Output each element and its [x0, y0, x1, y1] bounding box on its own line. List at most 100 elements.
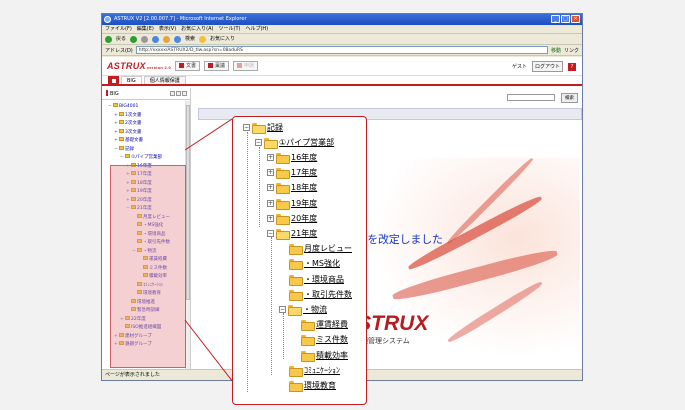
folder-icon — [289, 365, 303, 377]
folder-icon — [119, 128, 124, 133]
folder-icon — [276, 198, 290, 210]
zoomed-tree-item-label: 運賃経費 — [316, 320, 348, 330]
zoomed-tree-item-label: 20年度 — [291, 213, 318, 223]
open-folder-icon — [252, 122, 266, 134]
expand-toggle-icon[interactable]: − — [243, 123, 250, 131]
refresh-icon[interactable] — [152, 35, 160, 43]
tree-item[interactable]: +2次文書 — [104, 120, 187, 129]
back-button[interactable]: 戻る — [116, 34, 126, 45]
tab-approval[interactable]: 稟議 — [204, 61, 230, 71]
zoomed-tree-item[interactable]: − ①パイプ営業部 — [255, 135, 334, 149]
search-icon[interactable] — [174, 35, 182, 43]
expand-toggle-icon[interactable]: + — [267, 153, 274, 161]
zoomed-tree-item[interactable]: − 21年度 — [267, 226, 317, 240]
zoomed-tree-item[interactable]: 積載効率 — [301, 348, 348, 362]
main-search-button[interactable]: 検索 — [561, 93, 578, 103]
menu-help[interactable]: ヘルプ(H) — [245, 25, 268, 33]
folder-icon — [119, 120, 124, 124]
go-button[interactable]: 移動 — [551, 47, 561, 54]
menu-tools[interactable]: ツール(T) — [219, 25, 241, 33]
expand-toggle-icon[interactable]: + — [267, 184, 274, 192]
tree-connector-line — [259, 147, 260, 227]
zoomed-tree-item-label: 環境教育 — [304, 380, 336, 390]
expand-all-button[interactable] — [170, 91, 175, 96]
zoomed-tree-item[interactable]: +18年度 — [267, 181, 317, 195]
forward-icon[interactable] — [130, 35, 138, 43]
zoomed-tree-item[interactable]: ｺﾐｭﾆｹｰｼｮﾝ — [289, 363, 340, 377]
expand-toggle-icon[interactable]: + — [267, 199, 274, 207]
expand-toggle-icon[interactable]: − — [279, 305, 286, 313]
folder-icon — [119, 111, 124, 116]
folder-icon — [289, 380, 303, 392]
favorites-icon[interactable] — [199, 35, 207, 43]
tree-connector-line — [283, 313, 284, 359]
zoomed-tree-item[interactable]: +16年度 — [267, 150, 317, 164]
open-folder-icon — [288, 304, 302, 316]
zoomed-tree-item[interactable]: − 記録 — [243, 120, 283, 134]
logout-button[interactable]: ログアウト — [531, 61, 563, 72]
tree-item[interactable]: − 記録 — [104, 145, 187, 155]
home-tab[interactable] — [108, 76, 119, 84]
tree-item[interactable]: + 基礎文書 — [104, 137, 187, 146]
zoomed-tree-item[interactable]: +17年度 — [267, 166, 317, 180]
menu-file[interactable]: ファイル(F) — [105, 25, 132, 33]
search-input[interactable] — [507, 94, 555, 101]
zoomed-tree-item[interactable]: ・MS強化 — [289, 257, 340, 271]
stop-icon[interactable] — [141, 35, 149, 43]
folder-icon — [301, 350, 315, 362]
tree-item-label: 3次文書 — [125, 129, 142, 135]
zoom-callout: − 記録 − ①パイプ営業部 +16年度 +17年度 +18年度 +19年度 +20年度 −21年… — [232, 116, 367, 405]
tree-item-label: 1次文書 — [125, 112, 142, 118]
maximize-button[interactable]: □ — [561, 15, 570, 23]
tab-documents[interactable]: 文書 — [175, 61, 201, 71]
address-input[interactable]: http://xxxxx/ASTRUX2/D_tlw.asp?sn=08aduR… — [135, 46, 548, 54]
folder-icon — [301, 320, 315, 332]
tree-item[interactable]: − BIG4001 — [104, 103, 187, 112]
folder-icon — [119, 145, 124, 150]
folder-icon — [119, 137, 124, 141]
expand-toggle-icon[interactable]: − — [267, 229, 274, 237]
help-button[interactable]: ? — [568, 62, 576, 71]
favorites-button[interactable]: お気に入り — [210, 34, 235, 45]
splash-stroke — [446, 279, 544, 345]
menu-view[interactable]: 表示(V) — [159, 25, 176, 33]
folder-icon — [289, 274, 303, 286]
tree-connector-line — [271, 237, 272, 375]
expand-toggle-icon[interactable]: + — [267, 169, 274, 177]
expand-toggle-icon[interactable]: − — [255, 138, 262, 146]
zoomed-tree-item-label: ・MS強化 — [304, 259, 340, 269]
tab-big[interactable]: BIG — [121, 76, 142, 84]
search-button[interactable]: 検索 — [185, 34, 195, 45]
zoomed-tree-item[interactable]: 月度レビュー — [289, 242, 352, 256]
zoomed-tree-item[interactable]: ・取引先件数 — [289, 287, 352, 301]
refresh-tree-button[interactable] — [182, 91, 187, 96]
tree-item[interactable]: +3次文書 — [104, 128, 187, 138]
menu-favorites[interactable]: お気に入り(A) — [181, 25, 213, 33]
home-icon[interactable] — [163, 35, 171, 43]
header-right: ゲスト ログアウト ? — [512, 61, 576, 72]
zoomed-tree-item[interactable]: ミス件数 — [301, 333, 348, 347]
tab-application: 申請 — [233, 61, 259, 71]
left-pane-title: BIG — [102, 88, 190, 100]
tree-item[interactable]: − ①パイプ営業部 — [104, 154, 187, 163]
minimize-button[interactable]: _ — [551, 15, 560, 23]
approval-icon — [208, 62, 214, 68]
links-label[interactable]: リンク — [564, 47, 579, 54]
tree-connector-line — [247, 132, 248, 392]
close-button[interactable]: × — [571, 15, 580, 23]
tab-privacy[interactable]: 個人情報保護 — [143, 76, 186, 84]
expand-toggle-icon[interactable]: + — [267, 214, 274, 222]
zoomed-tree-item[interactable]: 環境教育 — [289, 378, 336, 392]
scroll-thumb[interactable] — [186, 105, 190, 300]
zoomed-tree-item[interactable]: 運賃経費 — [301, 318, 348, 332]
zoomed-tree-item[interactable]: +19年度 — [267, 196, 317, 210]
zoomed-tree-item[interactable]: ・環境商品 — [289, 272, 344, 286]
folder-icon — [276, 183, 290, 195]
zoomed-tree-item[interactable]: − ・物流 — [279, 302, 327, 316]
back-icon[interactable] — [105, 35, 112, 43]
collapse-all-button[interactable] — [176, 91, 181, 96]
menu-edit[interactable]: 編集(E) — [137, 25, 154, 33]
tree-item[interactable]: +1次文書 — [104, 111, 187, 121]
zoomed-tree-item-label: 19年度 — [291, 198, 318, 208]
zoomed-tree-item[interactable]: +20年度 — [267, 211, 317, 225]
